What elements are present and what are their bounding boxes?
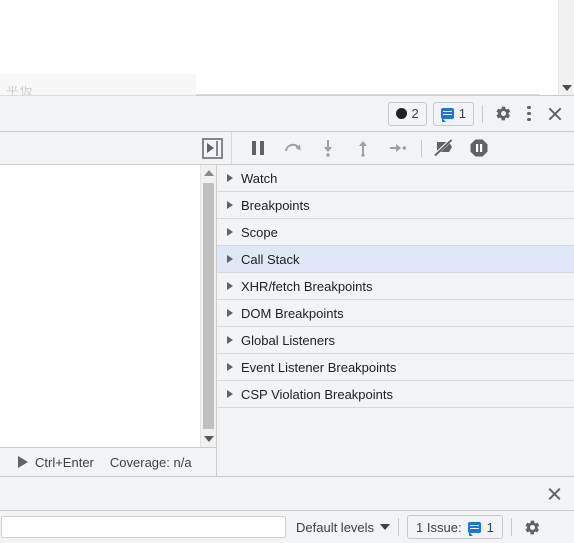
- page-scrollbar[interactable]: [558, 0, 574, 95]
- sidebar-section-csp-violation-breakpoints[interactable]: CSP Violation Breakpoints: [217, 381, 574, 408]
- step-button[interactable]: [384, 135, 412, 161]
- pause-icon: [252, 141, 264, 155]
- more-options-button[interactable]: [516, 101, 542, 127]
- sidebar-section-event-listener-breakpoints[interactable]: Event Listener Breakpoints: [217, 354, 574, 381]
- scroll-down-arrow-icon[interactable]: [203, 436, 214, 442]
- sidebar-section-label: Scope: [241, 224, 278, 240]
- show-navigator-button[interactable]: [202, 137, 223, 159]
- step-out-icon: [359, 141, 367, 157]
- header-divider: [482, 104, 483, 123]
- toolbar-separator: [421, 139, 422, 157]
- sidebar-section-scope[interactable]: Scope: [217, 219, 574, 246]
- step-into-button[interactable]: [314, 135, 342, 161]
- sidebar-section-label: Breakpoints: [241, 197, 310, 213]
- run-shortcut-label: Ctrl+Enter: [35, 454, 94, 470]
- show-navigator-icon: [207, 143, 214, 153]
- debugger-sidebar: Watch Breakpoints Scope Call Stack XHR/f…: [217, 165, 574, 476]
- devtools-main-area: Ctrl+Enter Coverage: n/a Watch Breakpoin…: [0, 165, 574, 476]
- kebab-menu-icon: [527, 105, 531, 122]
- close-drawer-button[interactable]: [547, 486, 562, 501]
- debug-controls: [232, 132, 574, 164]
- error-circle-icon: [395, 108, 407, 119]
- gear-icon: [525, 520, 540, 534]
- deactivate-breakpoints-icon: [433, 138, 453, 157]
- page-faded-text: 平仮: [6, 86, 35, 95]
- devtools-header-bar: 2 1: [0, 95, 574, 132]
- sidebar-section-label: Call Stack: [241, 251, 300, 267]
- message-icon: [440, 108, 454, 122]
- step-over-icon: [285, 143, 301, 152]
- pause-script-execution-button[interactable]: [244, 135, 272, 161]
- sidebar-section-global-listeners[interactable]: Global Listeners: [217, 327, 574, 354]
- chevron-right-icon: [227, 363, 233, 371]
- gear-icon: [496, 106, 510, 121]
- sidebar-section-xhr-fetch-breakpoints[interactable]: XHR/fetch Breakpoints: [217, 273, 574, 300]
- error-count-badge[interactable]: 2: [387, 101, 427, 126]
- log-levels-label: Default levels: [296, 519, 375, 535]
- drawer-header: [0, 476, 574, 511]
- source-editor-body[interactable]: [0, 165, 216, 447]
- console-bar-divider: [510, 518, 512, 536]
- console-filter-input[interactable]: [1, 516, 286, 538]
- message-icon: [467, 521, 481, 536]
- scroll-down-arrow-icon[interactable]: [561, 85, 572, 91]
- step-into-icon: [324, 140, 332, 157]
- log-levels-dropdown[interactable]: Default levels: [296, 519, 391, 535]
- sidebar-section-breakpoints[interactable]: Breakpoints: [217, 192, 574, 219]
- chevron-right-icon: [227, 282, 233, 290]
- debugger-toolbar: [0, 132, 574, 165]
- sidebar-section-label: Global Listeners: [241, 332, 335, 348]
- chevron-right-icon: [227, 336, 233, 344]
- sidebar-section-dom-breakpoints[interactable]: DOM Breakpoints: [217, 300, 574, 327]
- message-count-label: 1: [458, 106, 466, 121]
- deactivate-breakpoints-button[interactable]: [430, 135, 458, 161]
- issues-button[interactable]: 1 Issue: 1: [407, 515, 503, 539]
- editor-scrollbar[interactable]: [200, 165, 216, 447]
- sidebar-section-call-stack[interactable]: Call Stack: [217, 246, 574, 273]
- scrollbar-thumb[interactable]: [203, 183, 214, 429]
- pause-on-exceptions-button[interactable]: [465, 135, 493, 161]
- editor-status-bar: Ctrl+Enter Coverage: n/a: [0, 447, 216, 476]
- sidebar-section-label: XHR/fetch Breakpoints: [241, 278, 373, 294]
- step-over-button[interactable]: [279, 135, 307, 161]
- page-bottom-rule: [196, 94, 540, 95]
- close-devtools-button[interactable]: [542, 101, 568, 127]
- close-icon: [547, 106, 563, 122]
- console-filter-bar: Default levels 1 Issue: 1: [0, 511, 574, 543]
- step-icon: [390, 144, 406, 152]
- sidebar-section-label: Event Listener Breakpoints: [241, 359, 397, 375]
- settings-button[interactable]: [490, 101, 516, 127]
- console-settings-button[interactable]: [520, 514, 546, 540]
- sidebar-section-watch[interactable]: Watch: [217, 165, 574, 192]
- step-out-button[interactable]: [349, 135, 377, 161]
- error-count-label: 2: [411, 106, 419, 121]
- sidebar-section-label: Watch: [241, 170, 278, 186]
- chevron-down-icon: [380, 524, 391, 530]
- devtools-window: 平仮 2 1 Ctrl+Enter Coverage: n/a Watch Br…: [0, 0, 574, 543]
- source-editor-pane: Ctrl+Enter Coverage: n/a: [0, 165, 217, 476]
- scroll-up-arrow-icon[interactable]: [203, 170, 214, 176]
- chevron-right-icon: [227, 201, 233, 209]
- pause-on-exceptions-icon: [470, 139, 488, 157]
- coverage-label: Coverage: n/a: [109, 454, 192, 470]
- chevron-right-icon: [227, 390, 233, 398]
- issues-label: 1 Issue:: [416, 519, 462, 535]
- chevron-right-icon: [227, 174, 233, 182]
- run-snippet-icon[interactable]: [18, 456, 28, 468]
- chevron-right-icon: [227, 255, 233, 263]
- issues-count: 1: [486, 519, 494, 535]
- web-page-viewport: 平仮: [0, 0, 574, 96]
- sidebar-section-label: DOM Breakpoints: [241, 305, 344, 321]
- chevron-right-icon: [227, 228, 233, 236]
- message-count-badge[interactable]: 1: [432, 101, 474, 126]
- chevron-right-icon: [227, 309, 233, 317]
- console-bar-divider: [398, 518, 400, 536]
- sidebar-section-label: CSP Violation Breakpoints: [241, 386, 394, 402]
